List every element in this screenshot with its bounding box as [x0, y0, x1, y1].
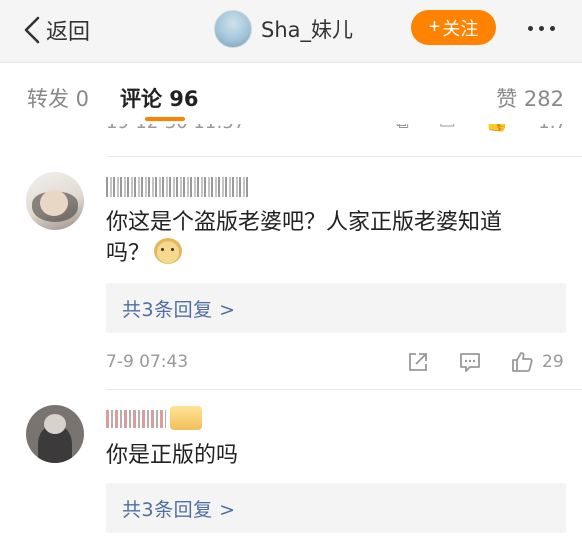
view-replies-button[interactable]: 共3条回复 >	[106, 283, 566, 333]
tab-repost[interactable]: 转发 0	[27, 83, 89, 113]
avatar-head	[44, 414, 66, 434]
post-author[interactable]: Sha_妹儿	[214, 10, 353, 48]
dot-icon	[528, 25, 533, 31]
dot-icon	[539, 25, 544, 31]
tab-like[interactable]: 赞 282	[496, 83, 564, 113]
divider	[106, 156, 582, 157]
plus-icon: +	[428, 16, 441, 38]
share-icon[interactable]: ⧉	[396, 124, 409, 138]
tab-comment[interactable]: 评论 96	[120, 83, 199, 113]
commenter-name-pixelated[interactable]	[106, 410, 166, 428]
previous-comment-meta: 19-12-30 11:57 ⧉ ▭ 👍 1.7万	[106, 124, 582, 138]
comment-icon[interactable]: ▭	[439, 124, 456, 138]
comment-time: 19-12-30 11:57	[106, 124, 245, 133]
comment-text: 你这是个盗版老婆吧？人家正版老婆知道 吗？	[106, 207, 546, 269]
replies-label: 共3条回复 >	[122, 298, 236, 321]
view-replies-button[interactable]: 共3条回复 >	[106, 483, 566, 533]
back-label: 返回	[46, 20, 91, 45]
avatar[interactable]	[214, 10, 252, 48]
commenter-name-pixelated[interactable]	[106, 177, 248, 197]
active-tab-indicator	[145, 117, 185, 121]
like-count: 29	[542, 352, 564, 372]
share-icon[interactable]	[406, 350, 430, 374]
like-icon[interactable]: 👍	[486, 124, 508, 138]
avatar[interactable]	[26, 172, 84, 230]
follow-label: 关注	[442, 18, 479, 39]
back-button[interactable]: 返回	[22, 12, 90, 48]
member-badge-icon	[170, 406, 202, 430]
tab-bar: 转发 0 评论 96 赞 282	[0, 63, 582, 127]
chevron-left-icon	[24, 16, 40, 44]
comment-text-line: 你这是个盗版老婆吧？人家正版老婆知道	[106, 210, 503, 235]
avatar-face	[40, 190, 68, 216]
action-icons: ⧉ ▭ 👍 1.7万	[396, 124, 582, 138]
replies-label: 共3条回复 >	[122, 498, 236, 521]
follow-button[interactable]: + 关注	[411, 10, 496, 45]
comment-icon[interactable]	[458, 350, 482, 374]
dot-icon	[550, 25, 555, 31]
comment-text-line: 吗？	[106, 241, 151, 266]
doge-emoji-icon	[154, 238, 183, 264]
divider	[106, 389, 582, 390]
comment-time: 7-9 07:43	[106, 352, 189, 372]
top-bar: 返回 Sha_妹儿 + 关注	[0, 0, 582, 63]
like-icon[interactable]	[510, 350, 534, 374]
author-name[interactable]: Sha_妹儿	[261, 14, 353, 44]
like-count: 1.7万	[538, 124, 582, 138]
comment-meta: 7-9 07:43 29	[106, 348, 566, 378]
avatar[interactable]	[26, 405, 84, 463]
comment-text: 你是正版的吗	[106, 443, 239, 468]
more-button[interactable]	[528, 20, 568, 36]
